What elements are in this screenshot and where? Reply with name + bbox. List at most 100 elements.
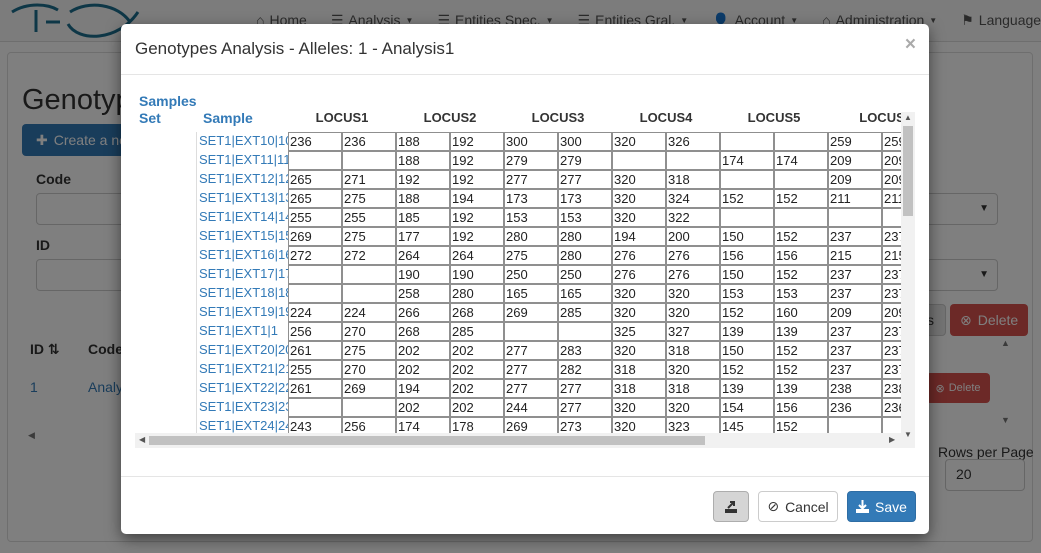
allele-cell[interactable]: 300 — [504, 132, 558, 151]
allele-cell[interactable] — [774, 170, 828, 189]
allele-cell[interactable]: 202 — [450, 398, 504, 417]
allele-cell[interactable]: 192 — [450, 132, 504, 151]
allele-cell[interactable]: 194 — [612, 227, 666, 246]
allele-cell[interactable] — [288, 151, 342, 170]
allele-cell[interactable]: 236 — [342, 132, 396, 151]
allele-cell[interactable] — [882, 208, 901, 227]
allele-cell[interactable]: 209 — [828, 170, 882, 189]
allele-cell[interactable]: 209 — [882, 303, 901, 322]
allele-cell[interactable]: 209 — [828, 151, 882, 170]
column-header-sample[interactable]: Sample — [203, 110, 253, 126]
allele-cell[interactable]: 237 — [828, 341, 882, 360]
allele-cell[interactable]: 192 — [450, 208, 504, 227]
allele-cell[interactable]: 238 — [828, 379, 882, 398]
allele-cell[interactable]: 202 — [396, 360, 450, 379]
allele-cell[interactable]: 320 — [612, 170, 666, 189]
allele-cell[interactable]: 188 — [396, 189, 450, 208]
allele-cell[interactable]: 156 — [720, 246, 774, 265]
export-button[interactable] — [713, 491, 749, 522]
allele-cell[interactable]: 202 — [450, 341, 504, 360]
allele-cell[interactable]: 276 — [666, 265, 720, 284]
allele-cell[interactable]: 318 — [666, 170, 720, 189]
allele-cell[interactable]: 152 — [720, 189, 774, 208]
sample-link[interactable]: SET1|EXT1|1 — [199, 323, 288, 338]
allele-cell[interactable]: 224 — [288, 303, 342, 322]
allele-cell[interactable]: 272 — [342, 246, 396, 265]
allele-cell[interactable]: 173 — [504, 189, 558, 208]
allele-cell[interactable]: 139 — [774, 322, 828, 341]
allele-cell[interactable]: 275 — [504, 246, 558, 265]
allele-cell[interactable] — [342, 151, 396, 170]
allele-cell[interactable]: 237 — [882, 265, 901, 284]
allele-cell[interactable]: 266 — [396, 303, 450, 322]
allele-cell[interactable]: 320 — [666, 360, 720, 379]
allele-cell[interactable] — [342, 284, 396, 303]
allele-cell[interactable] — [720, 208, 774, 227]
allele-cell[interactable]: 261 — [288, 379, 342, 398]
allele-cell[interactable]: 320 — [612, 208, 666, 227]
allele-cell[interactable]: 215 — [828, 246, 882, 265]
sample-link[interactable]: SET1|EXT15|15 — [199, 228, 288, 243]
sample-link[interactable]: SET1|EXT18|18 — [199, 285, 288, 300]
allele-cell[interactable]: 276 — [612, 265, 666, 284]
allele-cell[interactable]: 152 — [774, 227, 828, 246]
allele-cell[interactable]: 265 — [288, 189, 342, 208]
allele-cell[interactable]: 188 — [396, 132, 450, 151]
allele-cell[interactable]: 320 — [666, 303, 720, 322]
allele-cell[interactable]: 190 — [450, 265, 504, 284]
column-header-locus[interactable]: LOCUS1 — [288, 110, 396, 125]
allele-cell[interactable]: 280 — [450, 284, 504, 303]
allele-cell[interactable]: 270 — [342, 360, 396, 379]
allele-cell[interactable]: 152 — [720, 303, 774, 322]
allele-cell[interactable]: 318 — [612, 360, 666, 379]
sample-link[interactable]: SET1|EXT11|11 — [199, 152, 288, 167]
scroll-right-icon[interactable]: ▶ — [889, 435, 895, 444]
allele-cell[interactable]: 320 — [612, 189, 666, 208]
allele-cell[interactable]: 211 — [882, 189, 901, 208]
allele-cell[interactable]: 255 — [342, 208, 396, 227]
allele-cell[interactable] — [774, 132, 828, 151]
allele-cell[interactable]: 271 — [342, 170, 396, 189]
column-header-samples-set[interactable]: Samples Set — [139, 93, 197, 127]
allele-cell[interactable]: 268 — [450, 303, 504, 322]
allele-cell[interactable]: 188 — [396, 151, 450, 170]
allele-cell[interactable]: 237 — [882, 227, 901, 246]
sample-link[interactable]: SET1|EXT16|16 — [199, 247, 288, 262]
scroll-down-icon[interactable]: ▼ — [904, 430, 912, 439]
allele-cell[interactable]: 275 — [342, 189, 396, 208]
allele-cell[interactable]: 237 — [882, 322, 901, 341]
allele-cell[interactable]: 250 — [504, 265, 558, 284]
allele-cell[interactable] — [342, 398, 396, 417]
horizontal-scroll-thumb[interactable] — [149, 436, 705, 445]
allele-cell[interactable]: 279 — [558, 151, 612, 170]
allele-cell[interactable]: 256 — [342, 417, 396, 433]
allele-cell[interactable] — [612, 151, 666, 170]
allele-cell[interactable]: 320 — [666, 398, 720, 417]
save-button[interactable]: Save — [847, 491, 916, 522]
allele-cell[interactable]: 152 — [774, 341, 828, 360]
allele-cell[interactable]: 174 — [774, 151, 828, 170]
allele-cell[interactable]: 259 — [828, 132, 882, 151]
allele-cell[interactable]: 283 — [558, 341, 612, 360]
column-header-locus[interactable]: LOCUS2 — [396, 110, 504, 125]
allele-cell[interactable]: 282 — [558, 360, 612, 379]
allele-cell[interactable]: 139 — [720, 322, 774, 341]
allele-cell[interactable]: 320 — [612, 132, 666, 151]
allele-cell[interactable]: 318 — [612, 379, 666, 398]
allele-cell[interactable]: 192 — [450, 170, 504, 189]
allele-cell[interactable]: 276 — [612, 246, 666, 265]
sample-link[interactable]: SET1|EXT13|13 — [199, 190, 288, 205]
allele-cell[interactable]: 185 — [396, 208, 450, 227]
allele-cell[interactable]: 153 — [558, 208, 612, 227]
allele-cell[interactable]: 150 — [720, 341, 774, 360]
allele-cell[interactable]: 224 — [342, 303, 396, 322]
allele-cell[interactable]: 153 — [720, 284, 774, 303]
allele-cell[interactable]: 327 — [666, 322, 720, 341]
allele-cell[interactable]: 192 — [450, 227, 504, 246]
allele-cell[interactable]: 177 — [396, 227, 450, 246]
allele-cell[interactable]: 272 — [288, 246, 342, 265]
sample-link[interactable]: SET1|EXT19|19 — [199, 304, 288, 319]
allele-cell[interactable]: 277 — [558, 379, 612, 398]
allele-cell[interactable]: 215 — [882, 246, 901, 265]
allele-cell[interactable]: 202 — [396, 341, 450, 360]
